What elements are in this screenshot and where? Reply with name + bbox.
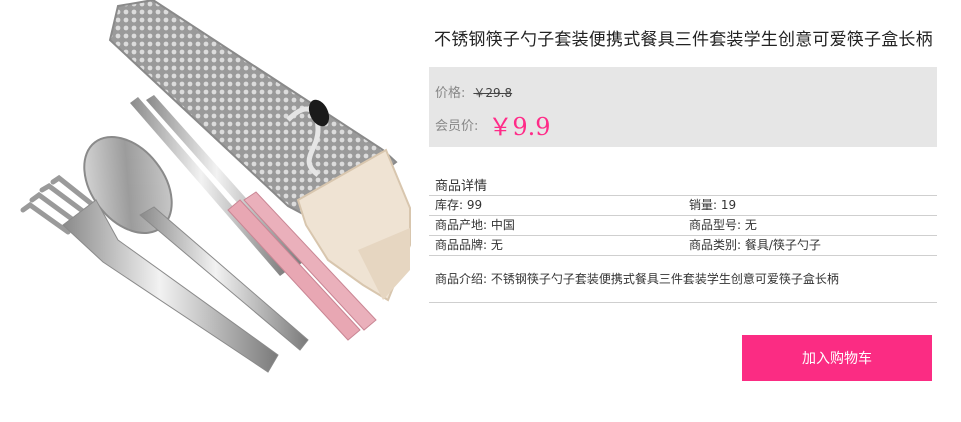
price-box: 价格: ￥29.8 会员价: ￥9.9 (429, 67, 937, 147)
product-title: 不锈钢筷子勺子套装便携式餐具三件套装学生创意可爱筷子盒长柄 (434, 30, 933, 50)
table-row: 商品产地: 中国 商品型号: 无 (429, 216, 937, 236)
product-intro: 商品介绍: 不锈钢筷子勺子套装便携式餐具三件套装学生创意可爱筷子盒长柄 (429, 263, 937, 303)
member-price-value: ￥9.9 (488, 113, 551, 141)
category-cell: 商品类别: 餐具/筷子勺子 (689, 238, 821, 252)
brand-cell: 商品品牌: 无 (435, 238, 503, 252)
member-price-label: 会员价: (435, 119, 479, 134)
original-price-row: 价格: ￥29.8 (435, 82, 512, 101)
origin-cell: 商品产地: 中国 (435, 218, 515, 232)
table-row: 库存: 99 销量: 19 (429, 196, 937, 216)
product-image (18, 0, 418, 405)
model-cell: 商品型号: 无 (689, 218, 757, 232)
details-heading: 商品详情 (435, 179, 488, 194)
member-price-row: 会员价: ￥9.9 (435, 107, 551, 142)
add-to-cart-button[interactable]: 加入购物车 (742, 335, 932, 381)
sales-cell: 销量: 19 (689, 198, 737, 212)
original-price-label: 价格: (435, 86, 466, 101)
product-info-panel: 不锈钢筷子勺子套装便携式餐具三件套装学生创意可爱筷子盒长柄 价格: ￥29.8 会… (429, 0, 937, 422)
table-row: 商品品牌: 无 商品类别: 餐具/筷子勺子 (429, 236, 937, 256)
detail-table: 库存: 99 销量: 19 商品产地: 中国 商品型号: 无 商品品牌: 无 商… (429, 195, 937, 256)
original-price-value: ￥29.8 (473, 86, 513, 100)
stock-cell: 库存: 99 (435, 198, 483, 212)
